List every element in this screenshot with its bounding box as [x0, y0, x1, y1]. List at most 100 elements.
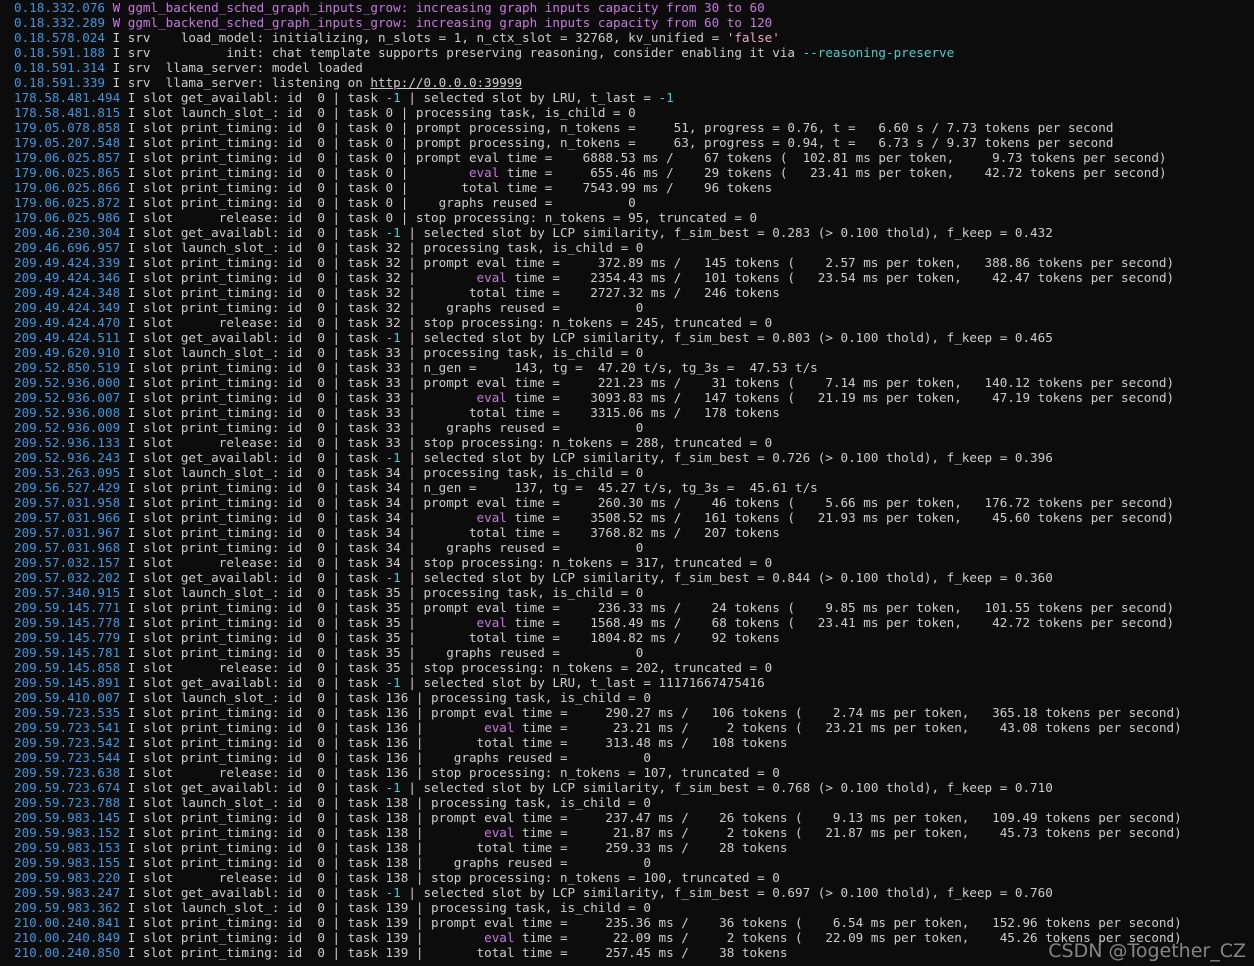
log-line: 210.00.240.850 I slot print_timing: id 0…: [0, 945, 1254, 960]
log-timestamp: 209.59.410.007: [14, 690, 121, 705]
log-line: 209.52.936.000 I slot print_timing: id 0…: [0, 375, 1254, 390]
log-message: slot print_timing: id 0 | task 136 | gra…: [135, 750, 651, 765]
log-timestamp: 178.58.481.494: [14, 90, 121, 105]
log-line: 178.58.481.815 I slot launch_slot_: id 0…: [0, 105, 1254, 120]
log-message: slot launch_slot_: id 0 | task 35 | proc…: [135, 585, 644, 600]
log-message: -1: [385, 90, 401, 105]
log-line: 209.57.031.967 I slot print_timing: id 0…: [0, 525, 1254, 540]
log-line: 209.57.032.157 I slot release: id 0 | ta…: [0, 555, 1254, 570]
log-line: 209.59.723.674 I slot get_availabl: id 0…: [0, 780, 1254, 795]
log-line: 209.59.723.638 I slot release: id 0 | ta…: [0, 765, 1254, 780]
log-line: 0.18.332.076 W ggml_backend_sched_graph_…: [0, 0, 1254, 15]
log-message: srv init: chat template supports preserv…: [120, 45, 803, 60]
log-message: eval: [468, 165, 500, 180]
log-timestamp: 209.52.936.243: [14, 450, 121, 465]
log-message: srv llama_server: model loaded: [120, 60, 363, 75]
log-line: 209.59.983.145 I slot print_timing: id 0…: [0, 810, 1254, 825]
log-timestamp: 209.49.424.470: [14, 315, 121, 330]
log-line: 209.59.983.247 I slot get_availabl: id 0…: [0, 885, 1254, 900]
log-timestamp: 179.06.025.866: [14, 180, 121, 195]
log-line: 209.52.936.009 I slot print_timing: id 0…: [0, 420, 1254, 435]
log-timestamp: 209.59.983.152: [14, 825, 121, 840]
log-line: 210.00.240.849 I slot print_timing: id 0…: [0, 930, 1254, 945]
log-timestamp: 209.57.031.968: [14, 540, 121, 555]
log-message: slot launch_slot_: id 0 | task 138 | pro…: [135, 795, 651, 810]
log-timestamp: 209.59.983.155: [14, 855, 121, 870]
log-line: 209.49.424.346 I slot print_timing: id 0…: [0, 270, 1254, 285]
log-message: slot print_timing: id 0 | task 138 | pro…: [135, 810, 1182, 825]
log-message: slot release: id 0 | task 0 | stop proce…: [135, 210, 758, 225]
log-timestamp: 0.18.591.188: [14, 45, 105, 60]
log-line: 209.49.424.348 I slot print_timing: id 0…: [0, 285, 1254, 300]
log-line: 209.59.723.788 I slot launch_slot_: id 0…: [0, 795, 1254, 810]
log-message: slot get_availabl: id 0 | task: [135, 225, 386, 240]
log-message: slot release: id 0 | task 32 | stop proc…: [135, 315, 773, 330]
log-message: time = 23.21 ms / 2 tokens ( 23.21 ms pe…: [514, 720, 1182, 735]
log-timestamp: 209.49.620.910: [14, 345, 121, 360]
log-message: eval: [476, 390, 507, 405]
log-line: 209.59.983.362 I slot launch_slot_: id 0…: [0, 900, 1254, 915]
log-line: 209.59.983.152 I slot print_timing: id 0…: [0, 825, 1254, 840]
log-line: 209.49.424.470 I slot release: id 0 | ta…: [0, 315, 1254, 330]
log-timestamp: 179.06.025.865: [14, 165, 121, 180]
log-message: slot get_availabl: id 0 | task: [135, 780, 386, 795]
log-message: slot release: id 0 | task 34 | stop proc…: [135, 555, 773, 570]
log-message: slot launch_slot_: id 0 | task 139 | pro…: [135, 900, 651, 915]
log-message: eval: [484, 720, 515, 735]
log-message: time = 3093.83 ms / 147 tokens ( 21.19 m…: [506, 390, 1175, 405]
log-line: 179.06.025.872 I slot print_timing: id 0…: [0, 195, 1254, 210]
log-url-link[interactable]: http://0.0.0.0:39999: [370, 75, 522, 90]
log-timestamp: 209.52.936.008: [14, 405, 121, 420]
log-timestamp: 179.06.025.872: [14, 195, 121, 210]
log-message: slot release: id 0 | task 35 | stop proc…: [135, 660, 773, 675]
log-message: ggml_backend_sched_graph_inputs_grow: in…: [120, 0, 765, 15]
log-timestamp: 179.06.025.986: [14, 210, 121, 225]
log-line: 209.57.031.958 I slot print_timing: id 0…: [0, 495, 1254, 510]
log-message: -1: [385, 885, 401, 900]
log-timestamp: 209.59.723.544: [14, 750, 121, 765]
log-message: slot print_timing: id 0 | task 136 | tot…: [135, 735, 788, 750]
log-line: 209.52.936.008 I slot print_timing: id 0…: [0, 405, 1254, 420]
log-message: -1: [385, 450, 401, 465]
log-message: -1: [385, 780, 401, 795]
log-message: slot launch_slot_: id 0 | task 34 | proc…: [135, 465, 644, 480]
log-line: 0.18.591.188 I srv init: chat template s…: [0, 45, 1254, 60]
log-timestamp: 0.18.332.289: [14, 15, 105, 30]
log-message: time = 655.46 ms / 29 tokens ( 23.41 ms …: [499, 165, 1167, 180]
terminal-window[interactable]: 0.18.332.076 W ggml_backend_sched_graph_…: [0, 0, 1254, 966]
log-timestamp: 209.52.850.519: [14, 360, 121, 375]
log-message: slot print_timing: id 0 | task 33 | grap…: [135, 420, 644, 435]
log-timestamp: 209.59.145.858: [14, 660, 121, 675]
log-line: 179.06.025.986 I slot release: id 0 | ta…: [0, 210, 1254, 225]
log-line: 179.06.025.865 I slot print_timing: id 0…: [0, 165, 1254, 180]
log-message: slot print_timing: id 0 | task 0 | graph…: [135, 195, 636, 210]
log-message: slot get_availabl: id 0 | task: [135, 885, 386, 900]
log-line: 209.57.032.202 I slot get_availabl: id 0…: [0, 570, 1254, 585]
log-message: slot print_timing: id 0 | task 33 | n_ge…: [135, 360, 818, 375]
log-line: 0.18.591.314 I srv llama_server: model l…: [0, 60, 1254, 75]
log-line: 209.49.620.910 I slot launch_slot_: id 0…: [0, 345, 1254, 360]
log-line: 209.57.340.915 I slot launch_slot_: id 0…: [0, 585, 1254, 600]
log-message: slot release: id 0 | task 136 | stop pro…: [135, 765, 780, 780]
log-message: eval: [476, 615, 507, 630]
log-message: srv load_model: initializing, n_slots = …: [120, 30, 727, 45]
log-timestamp: 209.57.031.967: [14, 525, 121, 540]
log-message: slot print_timing: id 0 | task 136 | pro…: [135, 705, 1182, 720]
log-message: slot print_timing: id 0 | task 35 | grap…: [135, 645, 644, 660]
log-message: slot print_timing: id 0 | task 0 | promp…: [135, 120, 1114, 135]
log-message: slot print_timing: id 0 | task 138 |: [135, 825, 485, 840]
log-message: slot get_availabl: id 0 | task: [135, 90, 386, 105]
log-line: 209.59.145.781 I slot print_timing: id 0…: [0, 645, 1254, 660]
log-timestamp: 178.58.481.815: [14, 105, 121, 120]
log-message: slot print_timing: id 0 | task 0 | promp…: [135, 150, 1167, 165]
log-timestamp: 209.52.936.009: [14, 420, 121, 435]
log-line: 209.59.723.542 I slot print_timing: id 0…: [0, 735, 1254, 750]
log-line: 0.18.578.024 I srv load_model: initializ…: [0, 30, 1254, 45]
log-timestamp: 209.59.983.153: [14, 840, 121, 855]
log-line: 209.59.983.220 I slot release: id 0 | ta…: [0, 870, 1254, 885]
log-message: -1: [385, 570, 401, 585]
log-line: 209.59.145.771 I slot print_timing: id 0…: [0, 600, 1254, 615]
log-timestamp: 209.59.723.788: [14, 795, 121, 810]
log-message: slot print_timing: id 0 | task 138 | tot…: [135, 840, 788, 855]
log-timestamp: 209.57.031.966: [14, 510, 121, 525]
